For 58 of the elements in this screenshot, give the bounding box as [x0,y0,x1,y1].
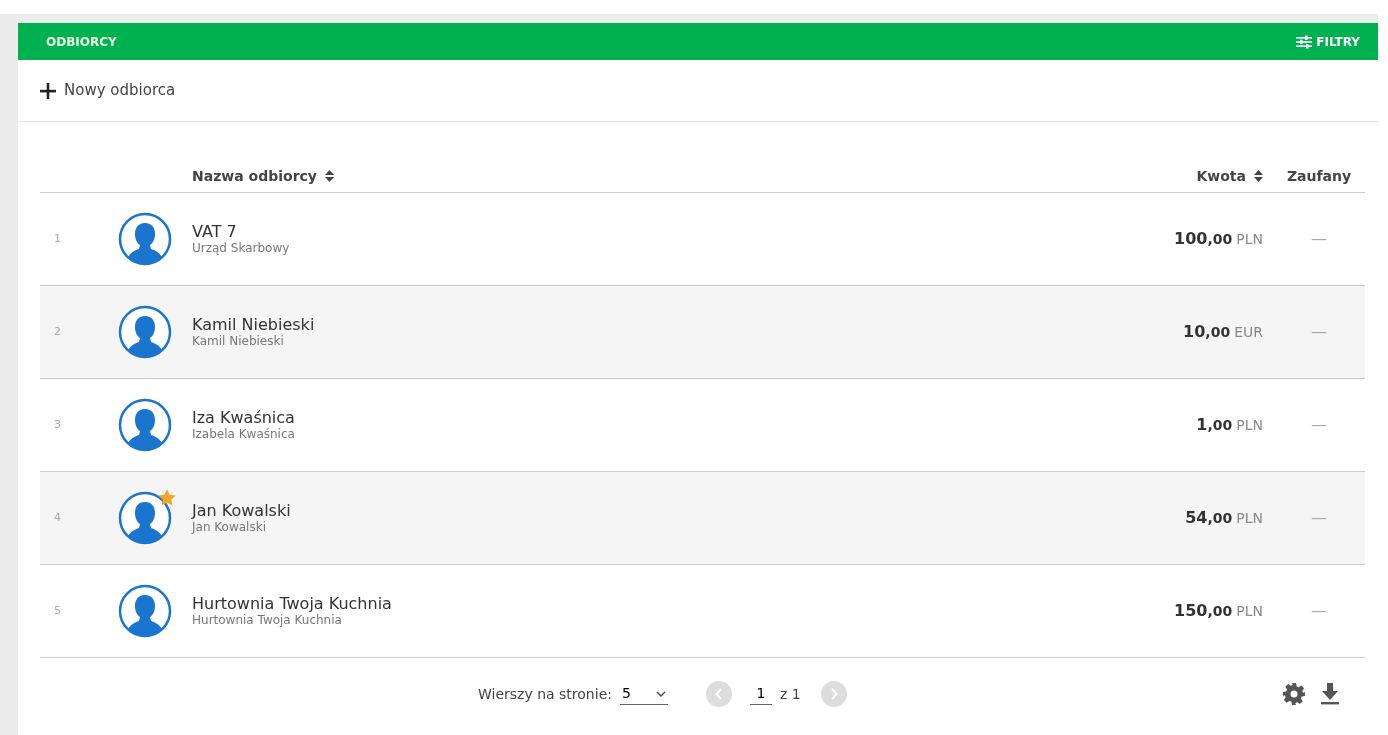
chevron-right-icon [829,688,838,700]
trusted-value: — [1311,508,1327,527]
trusted-value: — [1311,322,1327,341]
amount: 150,00 [1174,601,1233,620]
plus-icon [40,82,56,99]
chevron-left-icon [714,688,723,700]
amount: 10,00 [1183,322,1231,341]
trusted-value: — [1311,601,1327,620]
rows-per-page-label: Wierszy na stronie: [478,684,612,704]
table-row[interactable]: 2 Kamil Niebieski Kamil Niebieski 10,00 EUR — [40,286,1365,379]
recipient-subtitle: Hurtownia Twoja Kuchnia [192,613,343,628]
sort-icon[interactable] [1254,170,1263,182]
recipient-name: Iza Kwaśnica [192,408,296,428]
chevron-down-icon [655,690,666,697]
settings-icon [1283,683,1305,705]
currency: PLN [1236,510,1263,526]
download-button[interactable] [1321,683,1339,705]
amount: 100,00 [1174,229,1233,248]
recipient-name: Hurtownia Twoja Kuchnia [192,594,393,614]
currency: PLN [1236,231,1263,247]
row-number: 1 [54,231,61,245]
column-header: Zaufany [1286,166,1352,186]
recipient-name: Kamil Niebieski [192,315,316,335]
rows-per-page-select[interactable]: 5 [619,683,668,705]
recipient-name: VAT 7 [192,222,238,242]
avatar-icon [118,584,172,638]
recipient-name: Jan Kowalski [192,501,292,521]
amount: 1,00 [1196,415,1233,434]
currency: EUR [1234,324,1263,340]
recipient-subtitle: Kamil Niebieski [192,334,285,349]
recipient-subtitle: Jan Kowalski [192,520,267,535]
avatar-icon [118,491,172,545]
amount: 54,00 [1185,508,1233,527]
row-number: 5 [54,603,61,617]
sliders-icon [1296,34,1313,49]
currency: PLN [1236,417,1263,433]
sort-icon[interactable] [325,170,334,182]
row-number: 4 [54,510,61,524]
column-header[interactable]: Kwota [1196,165,1246,187]
new-recipient-button[interactable]: Nowy odbiorca [40,79,176,102]
row-number: 2 [54,324,61,338]
column-header[interactable]: Nazwa odbiorcy [192,165,317,187]
table-row[interactable]: 4 Jan Kowalski Jan Kowalski 54,00 PLN — [40,472,1365,565]
currency: PLN [1236,603,1263,619]
recipient-subtitle: Izabela Kwaśnica [192,427,296,442]
download-icon [1321,683,1339,705]
trusted-value: — [1311,229,1327,248]
avatar-icon [118,398,172,452]
row-number: 3 [54,417,61,431]
page-input[interactable]: 1 [749,683,772,705]
avatar-icon [118,305,172,359]
recipient-subtitle: Urząd Skarbowy [192,241,291,256]
trusted-value: — [1311,415,1327,434]
page-count: z 1 [779,684,801,704]
settings-button[interactable] [1283,683,1305,705]
panel-title: ODBIORCY [46,33,117,51]
table-row[interactable]: 5 Hurtownia Twoja Kuchnia Hurtownia Twoja Kuchnia 150,00 PLN — [40,565,1365,658]
avatar-icon [118,212,172,266]
